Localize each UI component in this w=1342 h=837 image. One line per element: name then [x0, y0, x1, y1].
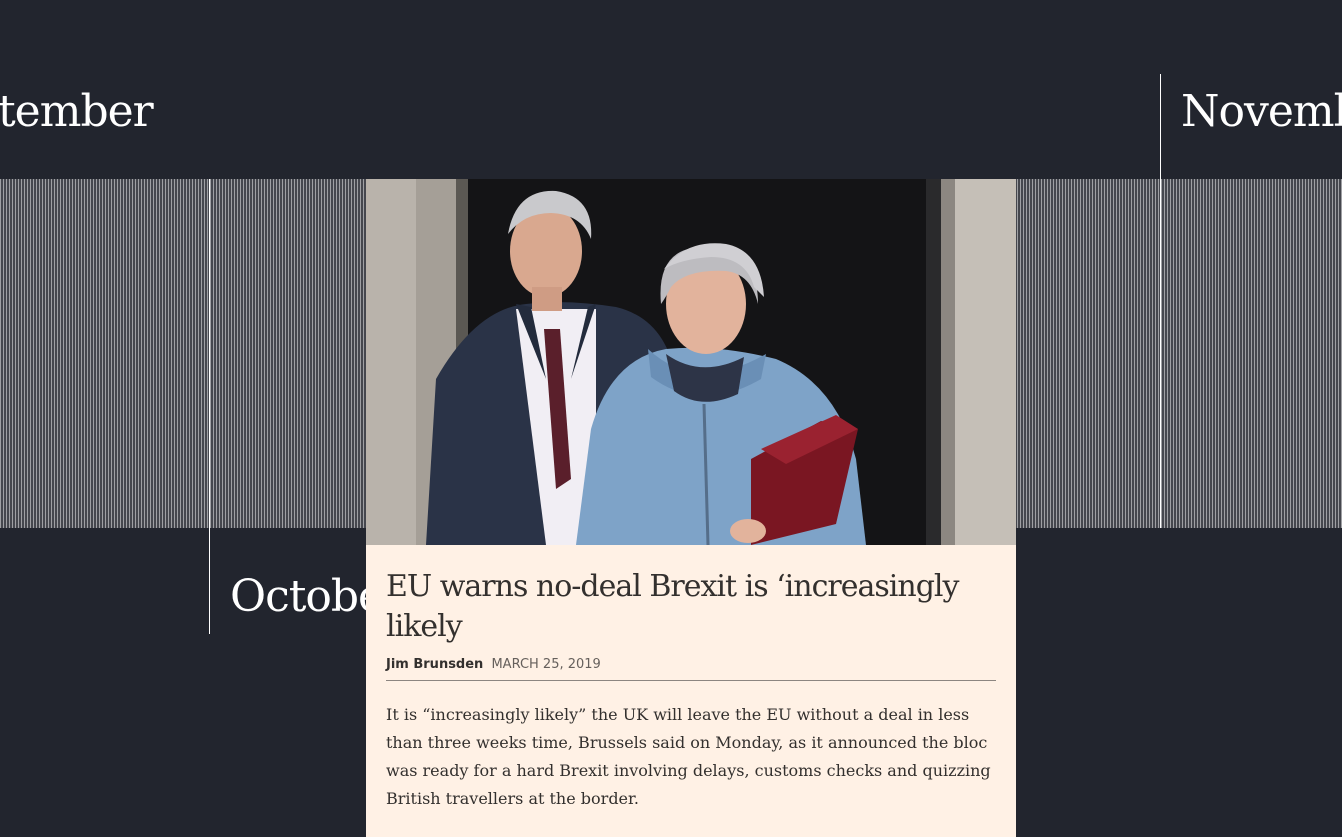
article-summary: It is “increasingly likely” the UK will …: [386, 705, 991, 808]
month-label-november[interactable]: November: [1181, 90, 1342, 134]
month-label-september[interactable]: tember: [0, 90, 154, 134]
article-body: EU warns no-deal Brexit is ‘increasingly…: [366, 545, 1016, 813]
article-byline: Jim Brunsden MARCH 25, 2019: [386, 657, 996, 681]
article-card[interactable]: EU warns no-deal Brexit is ‘increasingly…: [366, 179, 1016, 837]
month-divider-november: [1160, 74, 1161, 528]
article-photo-illustration: [366, 179, 1016, 545]
article-date: MARCH 25, 2019: [491, 657, 601, 672]
article-photo: [366, 179, 1016, 545]
article-author[interactable]: Jim Brunsden: [386, 657, 483, 672]
timeline-stage: tember October November: [0, 0, 1342, 837]
month-divider-october: [209, 179, 210, 634]
article-headline[interactable]: EU warns no-deal Brexit is ‘increasingly…: [386, 567, 996, 647]
